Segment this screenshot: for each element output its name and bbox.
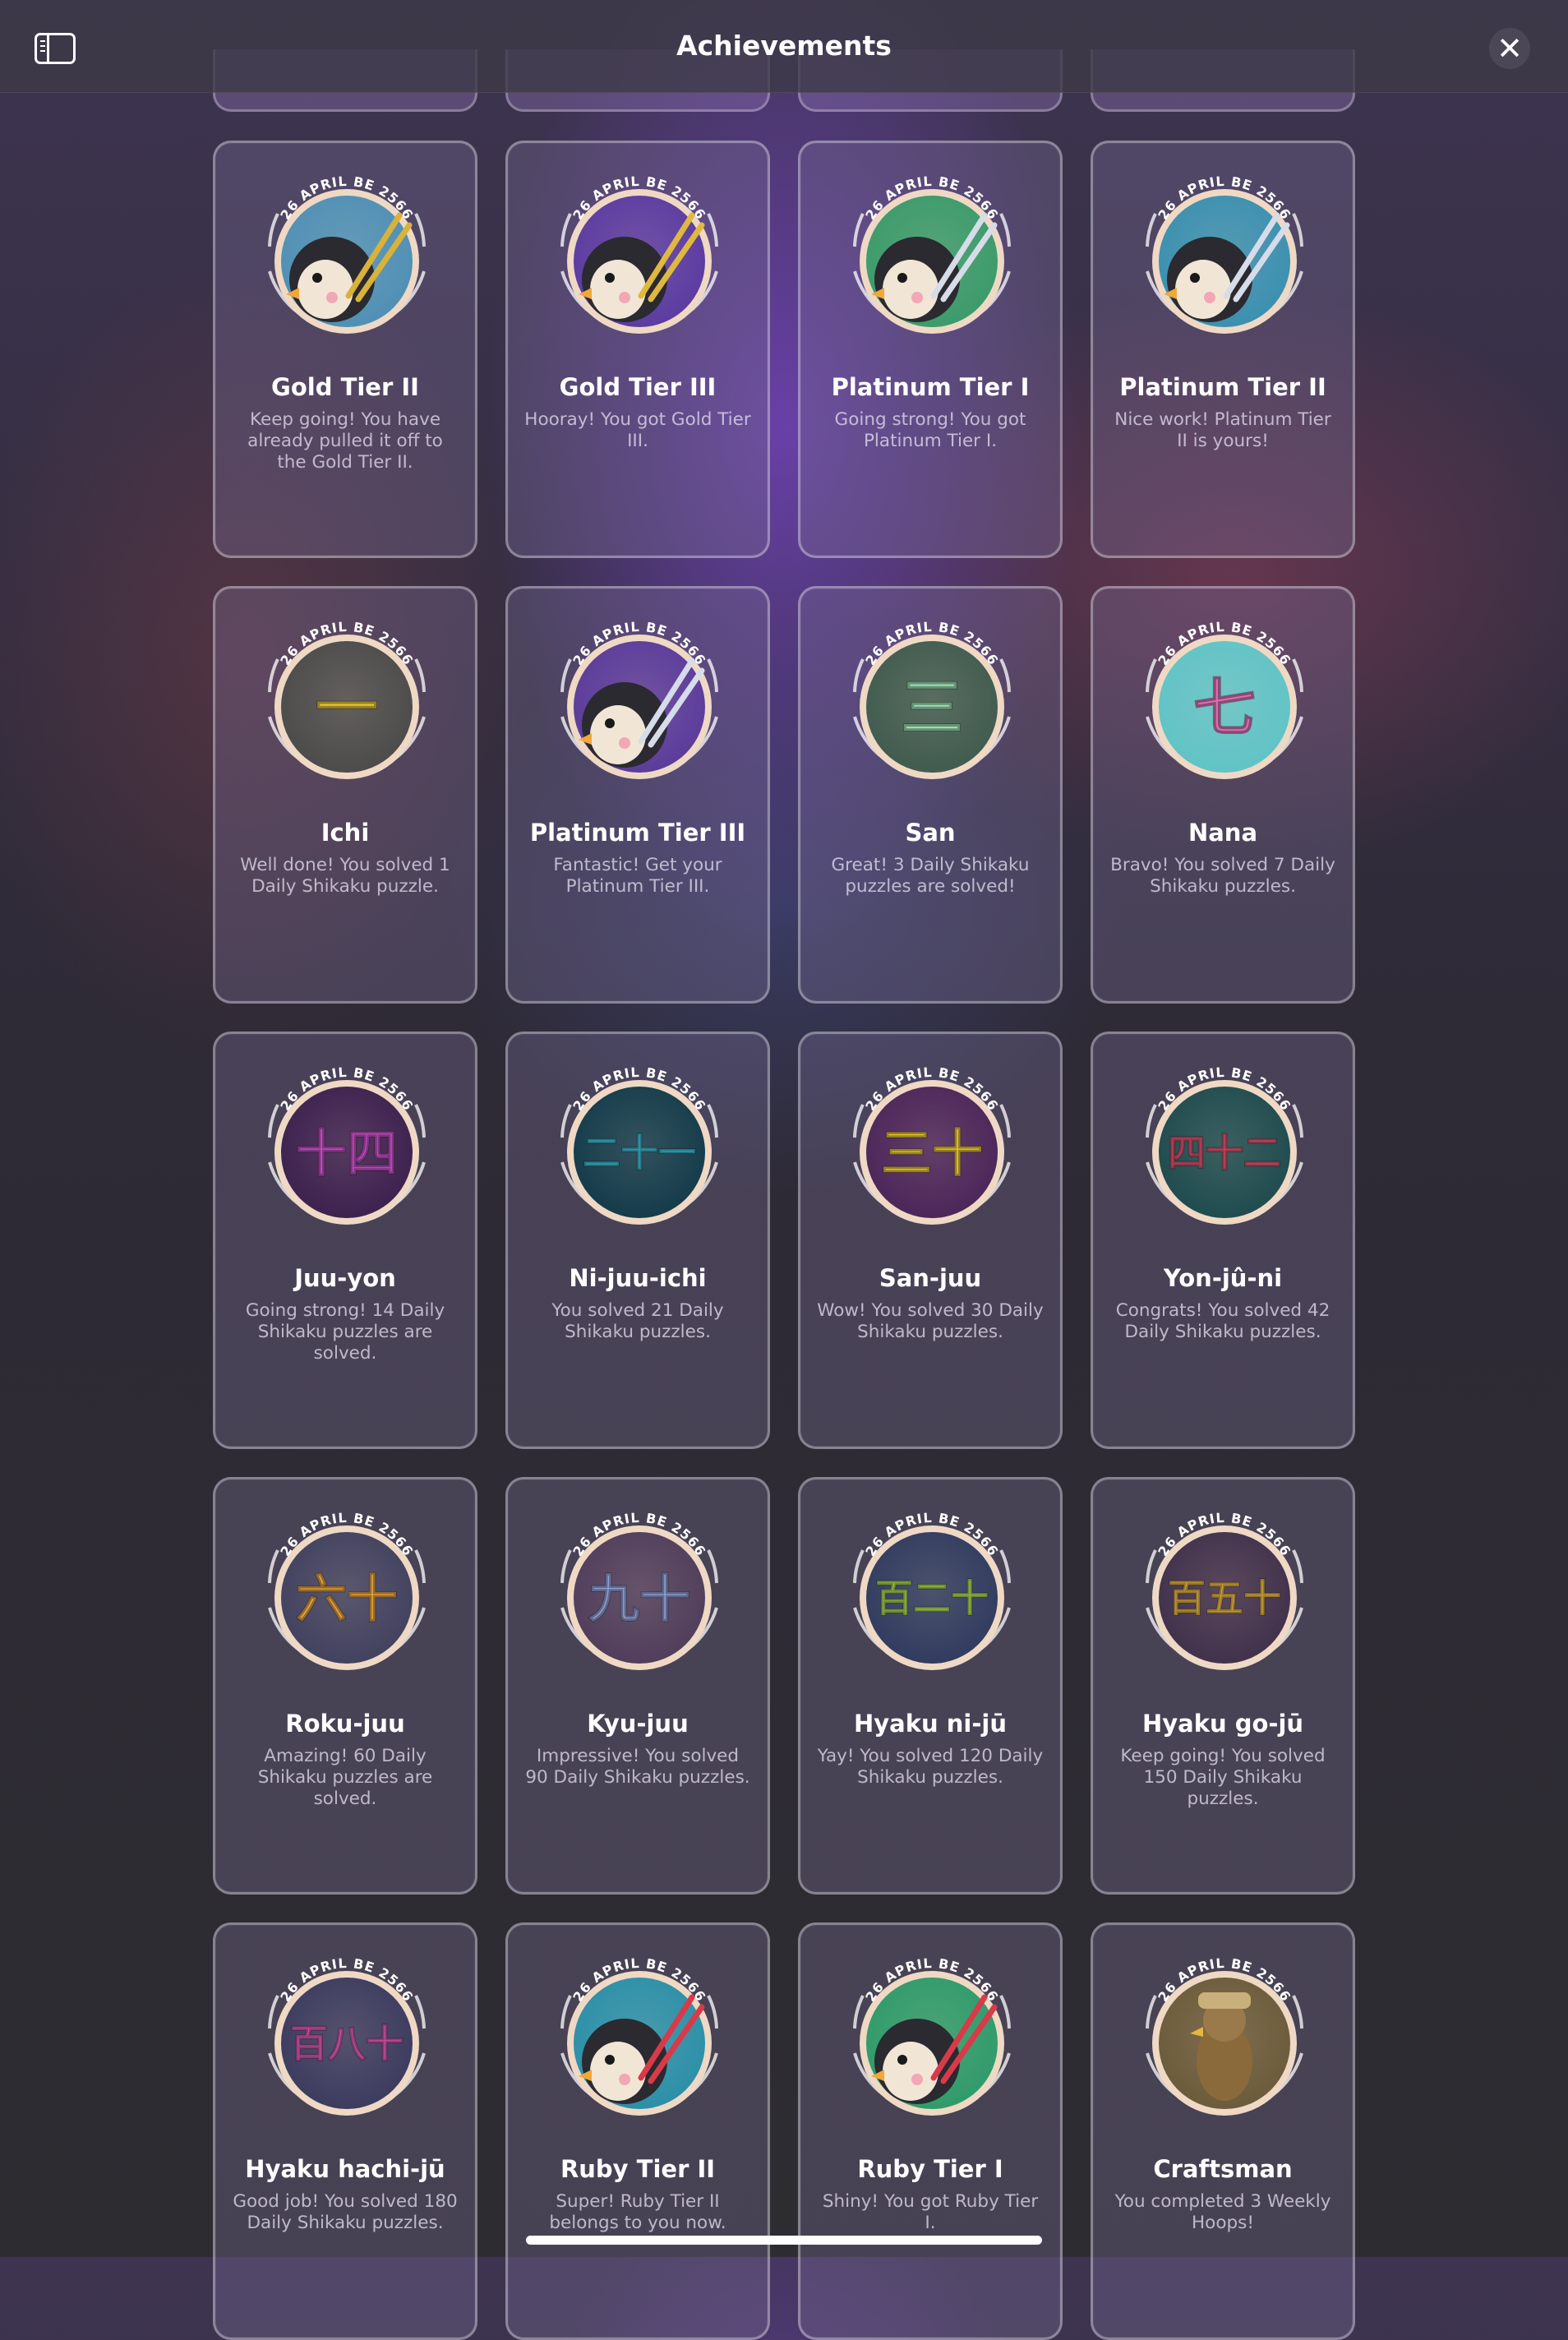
achievement-card[interactable]: 百二十 26 APRIL BE 2566 Hyaku ni-jū Yay! You s… [798, 1477, 1063, 1895]
achievement-title: Roku-juu [285, 1710, 405, 1738]
kanji-thirty-icon: 三十26 APRIL BE 2566 [853, 1064, 1011, 1225]
achievement-card[interactable]: 百五十 26 APRIL BE 2566 Hyaku go-jū Keep going… [1091, 1477, 1355, 1895]
achievement-description: Going strong! 14 Daily Shikaku puzzles a… [245, 1300, 445, 1364]
penguin-ruby-chopsticks-icon: 26 APRIL BE 2566 [853, 1955, 1011, 2116]
kanji-twenty-one-icon: 二十一26 APRIL BE 2566 [560, 1064, 718, 1225]
achievement-title: Kyu-juu [587, 1710, 689, 1738]
navigation-header: Achievements ✕ [0, 0, 1568, 93]
penguin-platinum-chopsticks-icon: 26 APRIL BE 2566 [853, 173, 1011, 334]
achievement-card[interactable]: 26 APRIL BE 2566 Platinum Tier II Nice wor… [1091, 141, 1355, 558]
achievement-card[interactable]: 26 APRIL BE 2566 Gold Tier III Hooray! You… [505, 141, 770, 558]
achievement-description: Going strong! You got Platinum Tier I. [834, 409, 1026, 451]
achievement-card[interactable]: 十四 26 APRIL BE 2566 Juu-yon Going strong! 1… [213, 1032, 477, 1449]
kanji-one-twenty-icon: 百二十26 APRIL BE 2566 [853, 1510, 1011, 1670]
achievement-card[interactable]: 三 26 APRIL BE 2566 San Great! 3 Daily Shika… [798, 586, 1063, 1004]
badge-glyph: 百八十 [290, 2022, 404, 2066]
badge-glyph: 二十一 [583, 1131, 696, 1175]
achievement-description: You completed 3 Weekly Hoops! [1114, 2191, 1331, 2233]
achievement-title: Platinum Tier III [529, 819, 746, 847]
achievement-title: Hyaku ni-jū [854, 1710, 1007, 1738]
achievement-card[interactable]: 26 APRIL BE 2566 Platinum Tier I Going str… [798, 141, 1063, 558]
kanji-one-eighty-icon: 百八十26 APRIL BE 2566 [268, 1955, 426, 2116]
kanji-ninety-icon: 九十26 APRIL BE 2566 [560, 1510, 718, 1670]
page-title: Achievements [676, 30, 892, 62]
badge-glyph: 六十 [296, 1568, 398, 1628]
kanji-seven-icon: 七26 APRIL BE 2566 [1146, 619, 1303, 779]
achievement-title: Nana [1188, 819, 1258, 847]
penguin-gold-chopsticks-icon: 26 APRIL BE 2566 [268, 173, 426, 334]
achievement-description: Great! 3 Daily Shikaku puzzles are solve… [831, 855, 1030, 897]
badge-glyph: 百五十 [1168, 1576, 1281, 1621]
achievement-description: Congrats! You solved 42 Daily Shikaku pu… [1115, 1300, 1330, 1342]
achievement-card[interactable]: 百八十 26 APRIL BE 2566 Hyaku hachi-jū Good jo… [213, 1922, 477, 2340]
achievement-card[interactable]: 26 APRIL BE 2566 Craftsman You completed 3… [1091, 1922, 1355, 2340]
kanji-fourteen-icon: 十四26 APRIL BE 2566 [268, 1064, 426, 1225]
achievement-title: San [905, 819, 956, 847]
achievement-title: Hyaku hachi-jū [245, 2155, 445, 2183]
achievement-description: Fantastic! Get your Platinum Tier III. [553, 855, 722, 897]
kanji-forty-two-icon: 四十二26 APRIL BE 2566 [1146, 1064, 1303, 1225]
achievement-title: Ruby Tier II [560, 2155, 716, 2183]
badge-glyph: 七 [1193, 671, 1256, 744]
achievements-grid: 26 APRIL BE 2566 Gold Tier II Keep going! … [0, 0, 1568, 2340]
kanji-sixty-icon: 六十26 APRIL BE 2566 [268, 1510, 426, 1670]
achievement-card[interactable]: 七 26 APRIL BE 2566 Nana Bravo! You solved 7… [1091, 586, 1355, 1004]
achievement-card[interactable]: 四十二 26 APRIL BE 2566 Yon-jû-ni Congrats! Yo… [1091, 1032, 1355, 1449]
achievement-card[interactable]: 二十一 26 APRIL BE 2566 Ni-juu-ichi You solved… [505, 1032, 770, 1449]
achievement-title: Platinum Tier I [831, 373, 1030, 401]
achievement-title: Yon-jû-ni [1163, 1264, 1283, 1292]
achievement-title: Ichi [321, 819, 370, 847]
achievement-title: Ruby Tier I [857, 2155, 1003, 2183]
badge-glyph: 百二十 [875, 1576, 989, 1621]
badge-glyph: 三十 [881, 1123, 983, 1183]
achievement-card[interactable]: 26 APRIL BE 2566 Gold Tier II Keep going! … [213, 141, 477, 558]
achievement-description: Impressive! You solved 90 Daily Shikaku … [525, 1746, 750, 1788]
achievement-description: Good job! You solved 180 Daily Shikaku p… [233, 2191, 458, 2233]
achievement-description: Shiny! You got Ruby Tier I. [822, 2191, 1039, 2233]
achievement-description: You solved 21 Daily Shikaku puzzles. [551, 1300, 724, 1342]
kanji-one-fifty-icon: 百五十26 APRIL BE 2566 [1146, 1510, 1303, 1670]
achievement-description: Yay! You solved 120 Daily Shikaku puzzle… [817, 1746, 1044, 1788]
achievement-card[interactable]: 26 APRIL BE 2566 Platinum Tier III Fantast… [505, 586, 770, 1004]
achievement-title: Platinum Tier II [1119, 373, 1326, 401]
achievement-description: Amazing! 60 Daily Shikaku puzzles are so… [257, 1746, 433, 1809]
craftsman-bird-icon: 26 APRIL BE 2566 [1146, 1955, 1303, 2116]
kanji-one-icon: 一26 APRIL BE 2566 [268, 619, 426, 779]
achievement-title: Ni-juu-ichi [569, 1264, 707, 1292]
badge-glyph: 四十二 [1168, 1131, 1281, 1175]
achievement-description: Keep going! You have already pulled it o… [247, 409, 443, 473]
achievement-title: Gold Tier III [559, 373, 717, 401]
achievement-title: Juu-yon [294, 1264, 396, 1292]
achievement-title: Craftsman [1153, 2155, 1293, 2183]
achievement-description: Wow! You solved 30 Daily Shikaku puzzles… [817, 1300, 1044, 1342]
achievement-description: Super! Ruby Tier II belongs to you now. [549, 2191, 726, 2233]
badge-glyph: 一 [316, 671, 378, 744]
home-indicator [526, 2236, 1042, 2245]
achievement-description: Nice work! Platinum Tier II is yours! [1114, 409, 1331, 451]
achievement-description: Well done! You solved 1 Daily Shikaku pu… [240, 855, 450, 897]
penguin-gold-chopsticks-icon: 26 APRIL BE 2566 [560, 173, 718, 334]
achievement-card[interactable]: 九十 26 APRIL BE 2566 Kyu-juu Impressive! You… [505, 1477, 770, 1895]
achievement-card[interactable]: 一 26 APRIL BE 2566 Ichi Well done! You solv… [213, 586, 477, 1004]
achievement-description: Hooray! You got Gold Tier III. [524, 409, 751, 451]
achievement-title: San-juu [879, 1264, 982, 1292]
achievement-description: Bravo! You solved 7 Daily Shikaku puzzle… [1110, 855, 1335, 897]
achievement-card[interactable]: 26 APRIL BE 2566 Ruby Tier II Super! Ruby … [505, 1922, 770, 2340]
penguin-ruby-chopsticks-icon: 26 APRIL BE 2566 [560, 1955, 718, 2116]
achievement-card[interactable]: 26 APRIL BE 2566 Ruby Tier I Shiny! You go… [798, 1922, 1063, 2340]
achievement-title: Hyaku go-jū [1141, 1710, 1304, 1738]
badge-glyph: 十四 [296, 1123, 398, 1183]
badge-glyph: 九十 [588, 1568, 690, 1628]
achievement-description: Keep going! You solved 150 Daily Shikaku… [1120, 1746, 1326, 1809]
badge-glyph: 三 [901, 671, 963, 744]
achievement-title: Gold Tier II [271, 373, 419, 401]
close-icon[interactable]: ✕ [1489, 28, 1530, 69]
penguin-platinum-chopsticks-icon: 26 APRIL BE 2566 [1146, 173, 1303, 334]
kanji-three-icon: 三26 APRIL BE 2566 [853, 619, 1011, 779]
penguin-platinum-chopsticks-icon: 26 APRIL BE 2566 [560, 619, 718, 779]
achievement-card[interactable]: 三十 26 APRIL BE 2566 San-juu Wow! You solved… [798, 1032, 1063, 1449]
achievement-card[interactable]: 六十 26 APRIL BE 2566 Roku-juu Amazing! 60 Da… [213, 1477, 477, 1895]
